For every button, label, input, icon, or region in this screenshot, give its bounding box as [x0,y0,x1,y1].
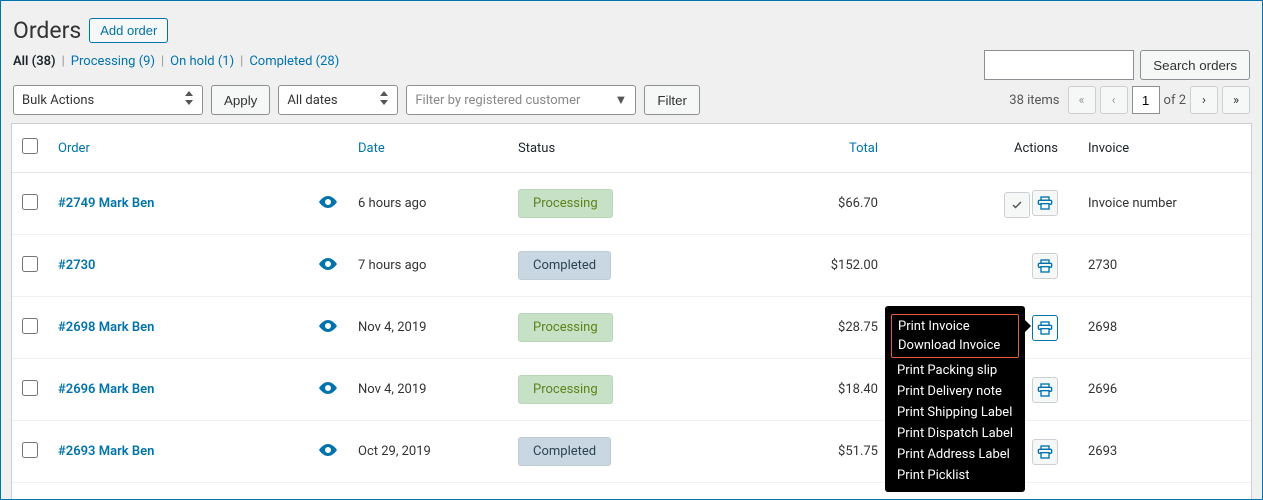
order-link[interactable]: #2693 Mark Ben [58,444,154,459]
complete-order-button[interactable] [1004,192,1030,218]
print-button[interactable] [1032,377,1058,403]
order-total: $152.00 [748,235,898,297]
filter-completed[interactable]: Completed (28) [249,54,339,69]
status-badge: Processing [518,375,613,404]
row-checkbox[interactable] [22,194,38,210]
menu-item[interactable]: Print Invoice [892,317,1018,336]
eye-icon[interactable] [319,259,337,274]
order-link[interactable]: #2698 Mark Ben [58,320,154,335]
table-row: #2698 Mark Ben Nov 4, 2019 Processing $28.7… [12,297,1251,359]
filter-processing[interactable]: Processing (9) [71,54,155,69]
apply-button[interactable]: Apply [211,85,270,115]
status-badge: Processing [518,313,613,342]
order-date: Oct 29, 2019 [348,421,508,483]
table-row: #2749 Mark Ben 6 hours ago Processing $66.7… [12,173,1251,235]
order-date: Oct 17, 2019 [348,483,508,500]
order-link[interactable]: #2749 Mark Ben [58,196,154,211]
order-link[interactable]: #2730 [58,258,95,273]
menu-item[interactable]: Print Packing slip [885,360,1025,381]
row-checkbox[interactable] [22,318,38,334]
menu-item[interactable]: Download Invoice [892,336,1018,355]
page-title: Orders [13,17,81,44]
current-page-input[interactable] [1132,86,1160,114]
menu-item[interactable]: Print Delivery note [885,381,1025,402]
chevron-down-icon: ▼ [614,92,627,108]
print-button[interactable] [1032,315,1058,341]
last-page-button[interactable]: » [1222,86,1250,114]
menu-item[interactable]: Print Address Label [885,444,1025,465]
order-total: $18.00 [748,483,898,500]
orders-table: Order Date Status Total Actions Invoice … [12,124,1251,500]
eye-icon[interactable] [319,383,337,398]
table-row: #2696 Mark Ben Nov 4, 2019 Processing $18.4… [12,359,1251,421]
table-row: #2730 7 hours ago Completed $152.00 2730 [12,235,1251,297]
status-badge: Completed [518,251,611,280]
next-page-button[interactable]: › [1190,86,1218,114]
page-of-text: of 2 [1164,93,1186,108]
filter-button[interactable]: Filter [644,85,700,115]
search-button[interactable]: Search orders [1140,50,1250,80]
order-total: $66.70 [748,173,898,235]
print-button[interactable] [1032,190,1058,216]
invoice-number: 2730 [1078,235,1251,297]
col-total[interactable]: Total [748,124,898,173]
order-total: $18.40 [748,359,898,421]
table-row: #2687 Mark BenOct 17, 2019Processing$18.… [12,483,1251,500]
print-button[interactable] [1032,439,1058,465]
col-actions: Actions [898,124,1078,173]
invoice-number: 2696 [1078,359,1251,421]
customer-filter-select[interactable]: Filter by registered customer ▼ [406,85,636,115]
filter-onhold[interactable]: On hold (1) [170,54,234,69]
menu-item[interactable]: Print Shipping Label [885,402,1025,423]
col-date[interactable]: Date [348,124,508,173]
status-badge: Processing [518,189,613,218]
invoice-number: Invoice number [1078,173,1251,235]
eye-icon[interactable] [319,321,337,336]
col-invoice: Invoice [1078,124,1251,173]
order-date: Nov 4, 2019 [348,297,508,359]
invoice-number: 2693 [1078,421,1251,483]
select-all-checkbox[interactable] [22,138,38,154]
pagination: « ‹ of 2 › » [1068,86,1250,114]
eye-icon[interactable] [319,445,337,460]
print-button[interactable] [1032,253,1058,279]
invoice-number: 2698 [1078,297,1251,359]
order-date: Nov 4, 2019 [348,359,508,421]
invoice-number: 100026872019 [1078,483,1251,500]
row-checkbox[interactable] [22,256,38,272]
row-checkbox[interactable] [22,380,38,396]
date-filter-select[interactable]: All dates [278,85,398,115]
order-date: 7 hours ago [348,235,508,297]
search-input[interactable] [984,50,1134,80]
order-total: $28.75 [748,297,898,359]
col-status: Status [508,124,748,173]
menu-item[interactable]: Print Dispatch Label [885,423,1025,444]
items-count: 38 items [1009,93,1059,108]
bulk-actions-select[interactable]: Bulk Actions [13,85,203,115]
print-actions-menu: Print InvoiceDownload Invoice Print Pack… [885,306,1025,492]
row-checkbox[interactable] [22,442,38,458]
order-date: 6 hours ago [348,173,508,235]
col-order[interactable]: Order [48,124,308,173]
order-link[interactable]: #2696 Mark Ben [58,382,154,397]
order-total: $51.75 [748,421,898,483]
status-badge: Completed [518,437,611,466]
add-order-button[interactable]: Add order [89,18,168,43]
first-page-button[interactable]: « [1068,86,1096,114]
chevron-updown-icon [379,91,389,109]
chevron-updown-icon [184,91,194,109]
menu-item[interactable]: Print Picklist [885,465,1025,486]
prev-page-button[interactable]: ‹ [1100,86,1128,114]
filter-all[interactable]: All (38) [13,54,56,69]
eye-icon[interactable] [319,197,337,212]
status-filter-list: All (38) | Processing (9) | On hold (1) … [13,54,339,69]
table-row: #2693 Mark Ben Oct 29, 2019 Completed $51.7… [12,421,1251,483]
